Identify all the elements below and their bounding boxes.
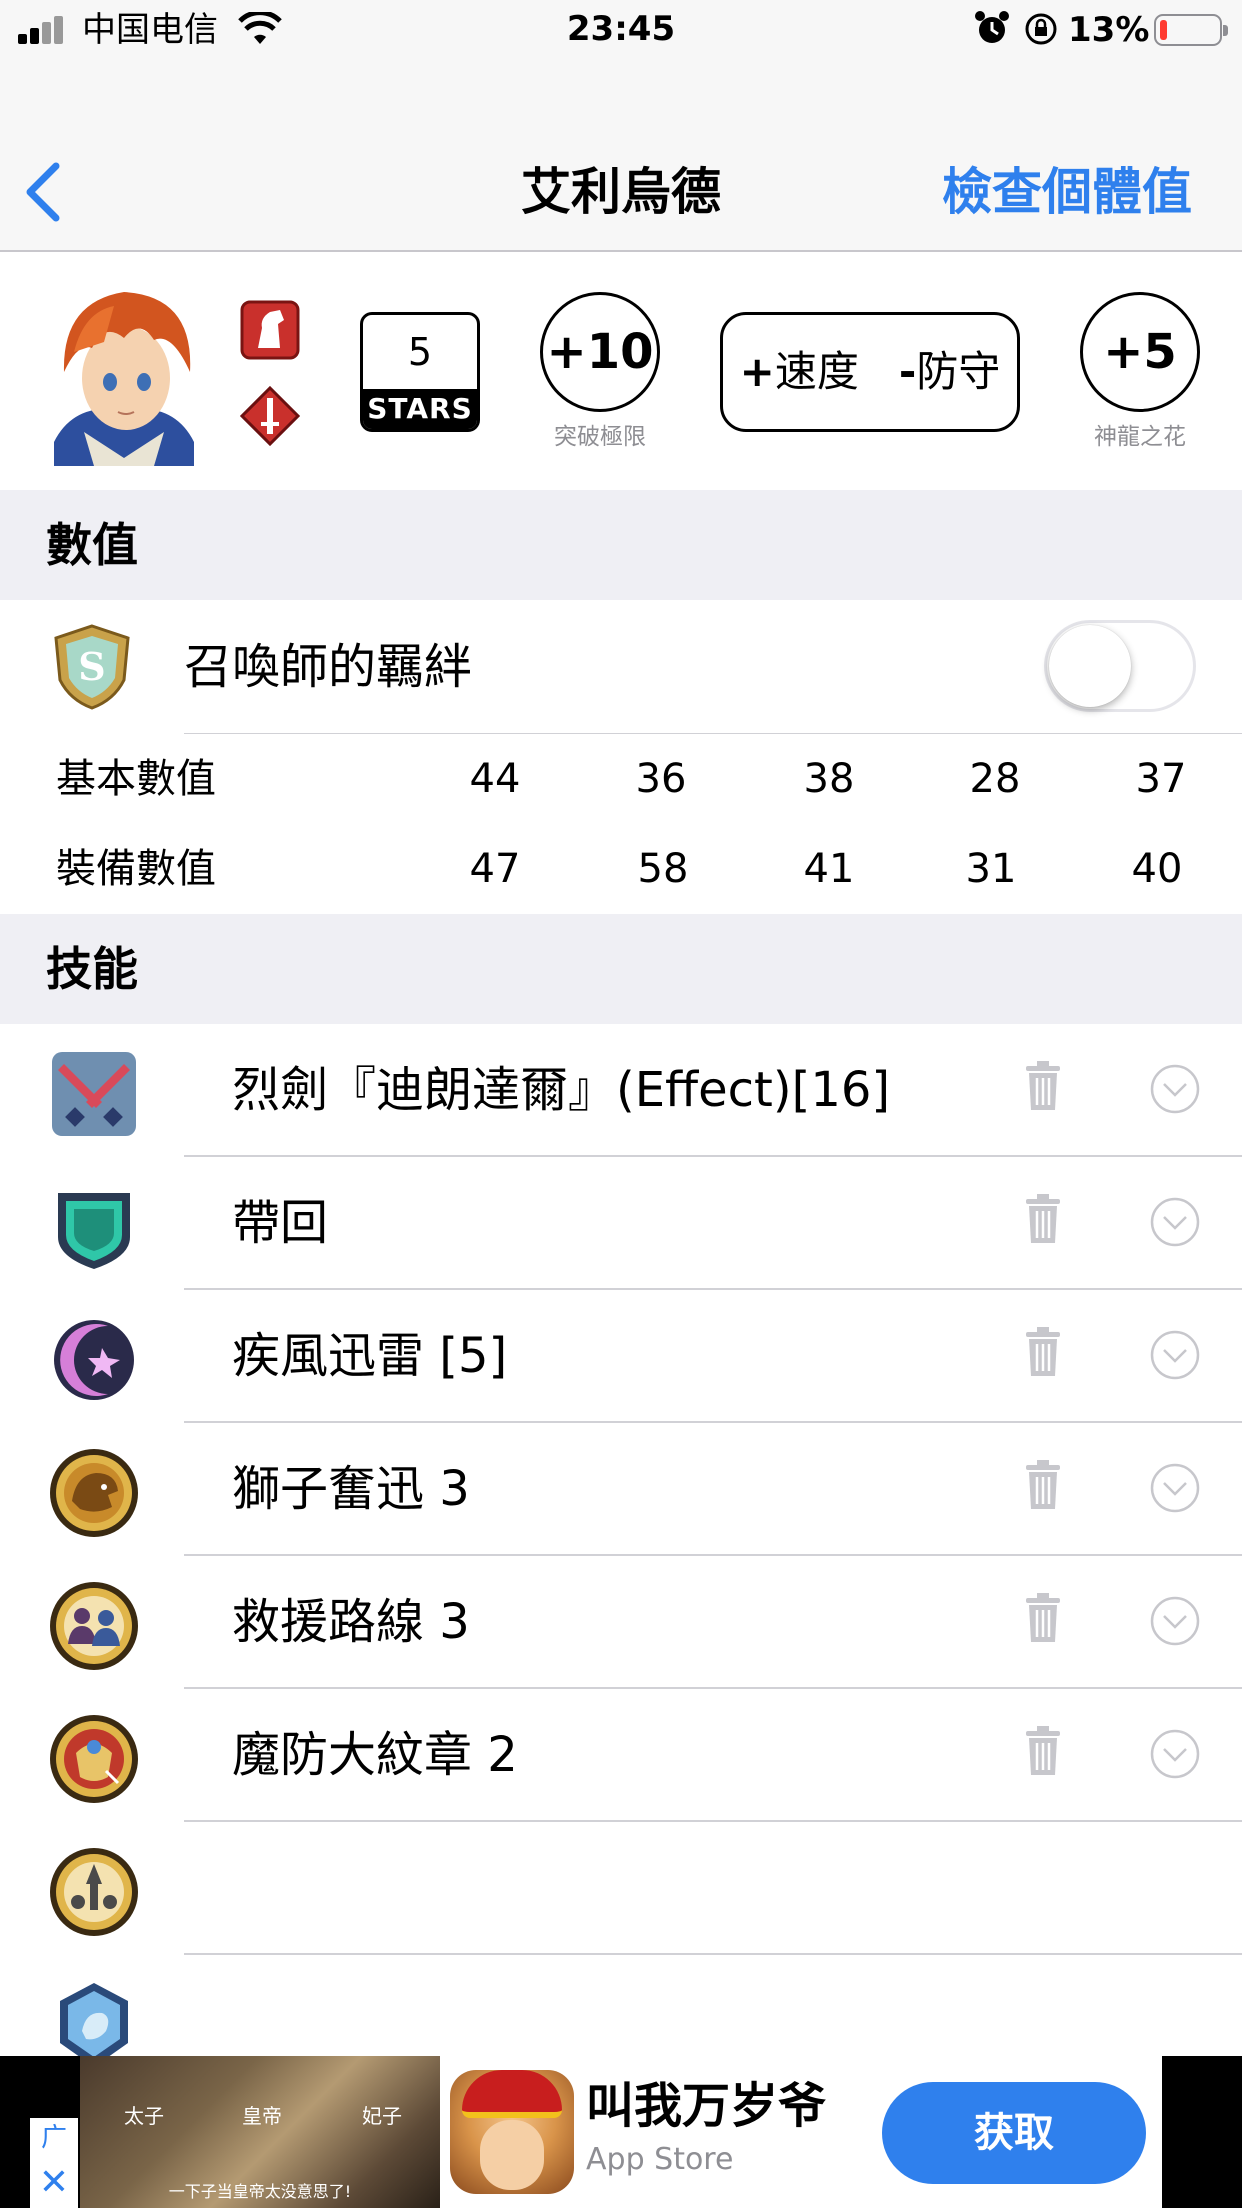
equipped-stat-hp: 47	[469, 846, 521, 892]
equipped-stat-spd: 41	[803, 846, 855, 892]
stats-section-header: 數值	[0, 490, 1242, 600]
rarity-label: STARS	[363, 389, 477, 429]
equipped-stats-label: 裝備數值	[56, 846, 216, 892]
equipped-stat-atk: 58	[637, 846, 689, 892]
base-stat-res: 37	[1135, 756, 1187, 802]
chevron-down-icon[interactable]	[1150, 1729, 1200, 1779]
trash-icon[interactable]	[1024, 1592, 1062, 1644]
hero-portrait[interactable]	[44, 282, 204, 466]
hero-header: 5 STARS +10 突破極限 +速度 -防守 +5 神龍之花	[0, 254, 1242, 490]
ad-app-store-label: App Store	[586, 2142, 734, 2177]
merges-caption: 突破極限	[554, 424, 646, 450]
orientation-lock-icon	[1025, 13, 1057, 45]
base-stat-atk: 36	[635, 756, 687, 802]
svg-text:S: S	[78, 644, 105, 689]
ad-app-icon	[450, 2070, 574, 2194]
base-stat-hp: 44	[469, 756, 521, 802]
passive-a-icon	[50, 1449, 138, 1537]
ad-banner[interactable]: 太子 皇帝 妃子 一下子当皇帝太没意思了! 广告 ✕ 叫我万岁爷 App Sto…	[0, 2056, 1242, 2208]
equipped-stat-res: 40	[1131, 846, 1183, 892]
passive-c-icon	[50, 1715, 138, 1803]
skill-row-passive-a[interactable]: 獅子奮迅 3	[0, 1423, 1242, 1556]
trash-icon[interactable]	[1024, 1725, 1062, 1777]
skill-name: 救援路線 3	[232, 1594, 470, 1650]
battery-percentage: 13%	[1068, 10, 1150, 50]
skill-name: 疾風迅雷 [5]	[232, 1328, 508, 1384]
skill-row-assist[interactable]: 帶回	[0, 1157, 1242, 1290]
skills-section-title: 技能	[46, 942, 138, 996]
cavalry-move-icon	[240, 300, 300, 360]
base-stat-spd: 38	[803, 756, 855, 802]
skill-row-weapon[interactable]: 烈劍『迪朗達爾』(Effect)[16]	[0, 1024, 1242, 1157]
trash-icon[interactable]	[1024, 1326, 1062, 1378]
skill-row-special[interactable]: 疾風迅雷 [5]	[0, 1290, 1242, 1423]
passive-b-icon	[50, 1582, 138, 1670]
battery-icon	[1154, 14, 1228, 46]
assist-skill-icon	[58, 1193, 130, 1269]
skill-row-passive-c[interactable]: 魔防大紋章 2	[0, 1689, 1242, 1822]
skill-name: 帶回	[232, 1195, 329, 1251]
ad-app-title: 叫我万岁爷	[586, 2078, 827, 2134]
bane-stat: 防守	[916, 347, 1001, 396]
chevron-down-icon[interactable]	[1150, 1330, 1200, 1380]
ad-image-text: 皇帝	[242, 2104, 282, 2128]
sacred-seal-icon	[50, 1848, 138, 1936]
red-sword-icon	[240, 386, 300, 446]
summoner-support-icon: S	[54, 624, 130, 710]
check-ivs-button[interactable]: 檢查個體值	[942, 152, 1192, 232]
skill-name: 烈劍『迪朗達爾』(Effect)[16]	[232, 1062, 891, 1118]
rarity-value: 5	[407, 330, 433, 374]
alarm-icon	[975, 11, 1009, 43]
special-skill-icon	[54, 1320, 134, 1400]
ad-image-text: 妃子	[362, 2104, 402, 2128]
iv-selector[interactable]: +速度 -防守	[720, 312, 1020, 432]
skills-section-header: 技能	[0, 914, 1242, 1024]
skill-name: 獅子奮迅 3	[232, 1461, 470, 1517]
equipped-stats-row: 裝備數值 47 58 41 31 40	[0, 824, 1242, 914]
summoner-support-row: S 召喚師的羈絆	[0, 600, 1242, 734]
weapon-skill-icon	[52, 1052, 136, 1136]
skill-row-sacred-seal[interactable]	[0, 1822, 1242, 1955]
ad-get-button[interactable]: 获取	[882, 2082, 1146, 2184]
merges-badge[interactable]: +10	[540, 292, 660, 412]
skill-name: 魔防大紋章 2	[232, 1727, 518, 1783]
chevron-down-icon[interactable]	[1150, 1463, 1200, 1513]
trash-icon[interactable]	[1024, 1459, 1062, 1511]
navigation-bar: 艾利烏德 檢查個體值	[0, 60, 1242, 252]
chevron-down-icon[interactable]	[1150, 1197, 1200, 1247]
summoner-support-label: 召喚師的羈絆	[184, 639, 473, 695]
rarity-badge[interactable]: 5 STARS	[360, 312, 480, 432]
ad-image[interactable]: 太子 皇帝 妃子 一下子当皇帝太没意思了!	[80, 2056, 440, 2208]
dragonflowers-badge[interactable]: +5	[1080, 292, 1200, 412]
base-stats-row: 基本數值 44 36 38 28 37	[0, 734, 1242, 824]
base-stat-def: 28	[969, 756, 1021, 802]
chevron-down-icon[interactable]	[1150, 1064, 1200, 1114]
dragonflowers-caption: 神龍之花	[1094, 424, 1186, 450]
skill-row-passive-b[interactable]: 救援路線 3	[0, 1556, 1242, 1689]
bane-sign: -	[898, 347, 917, 396]
equipped-stat-def: 31	[965, 846, 1017, 892]
close-icon[interactable]: ✕	[30, 2158, 78, 2208]
ad-panel[interactable]: 叫我万岁爷 App Store 获取	[440, 2056, 1162, 2208]
ad-image-caption: 一下子当皇帝太没意思了!	[168, 2182, 352, 2201]
trash-icon[interactable]	[1024, 1060, 1062, 1112]
boon-sign: +	[739, 347, 775, 396]
ad-image-text: 太子	[124, 2104, 164, 2128]
status-bar: 中国电信 23:45 13%	[0, 0, 1242, 60]
stats-section-title: 數值	[46, 518, 138, 572]
trash-icon[interactable]	[1024, 1193, 1062, 1245]
summoner-support-toggle[interactable]	[1044, 620, 1196, 712]
base-stats-label: 基本數值	[56, 756, 216, 802]
chevron-down-icon[interactable]	[1150, 1596, 1200, 1646]
boon-stat: 速度	[774, 347, 859, 396]
